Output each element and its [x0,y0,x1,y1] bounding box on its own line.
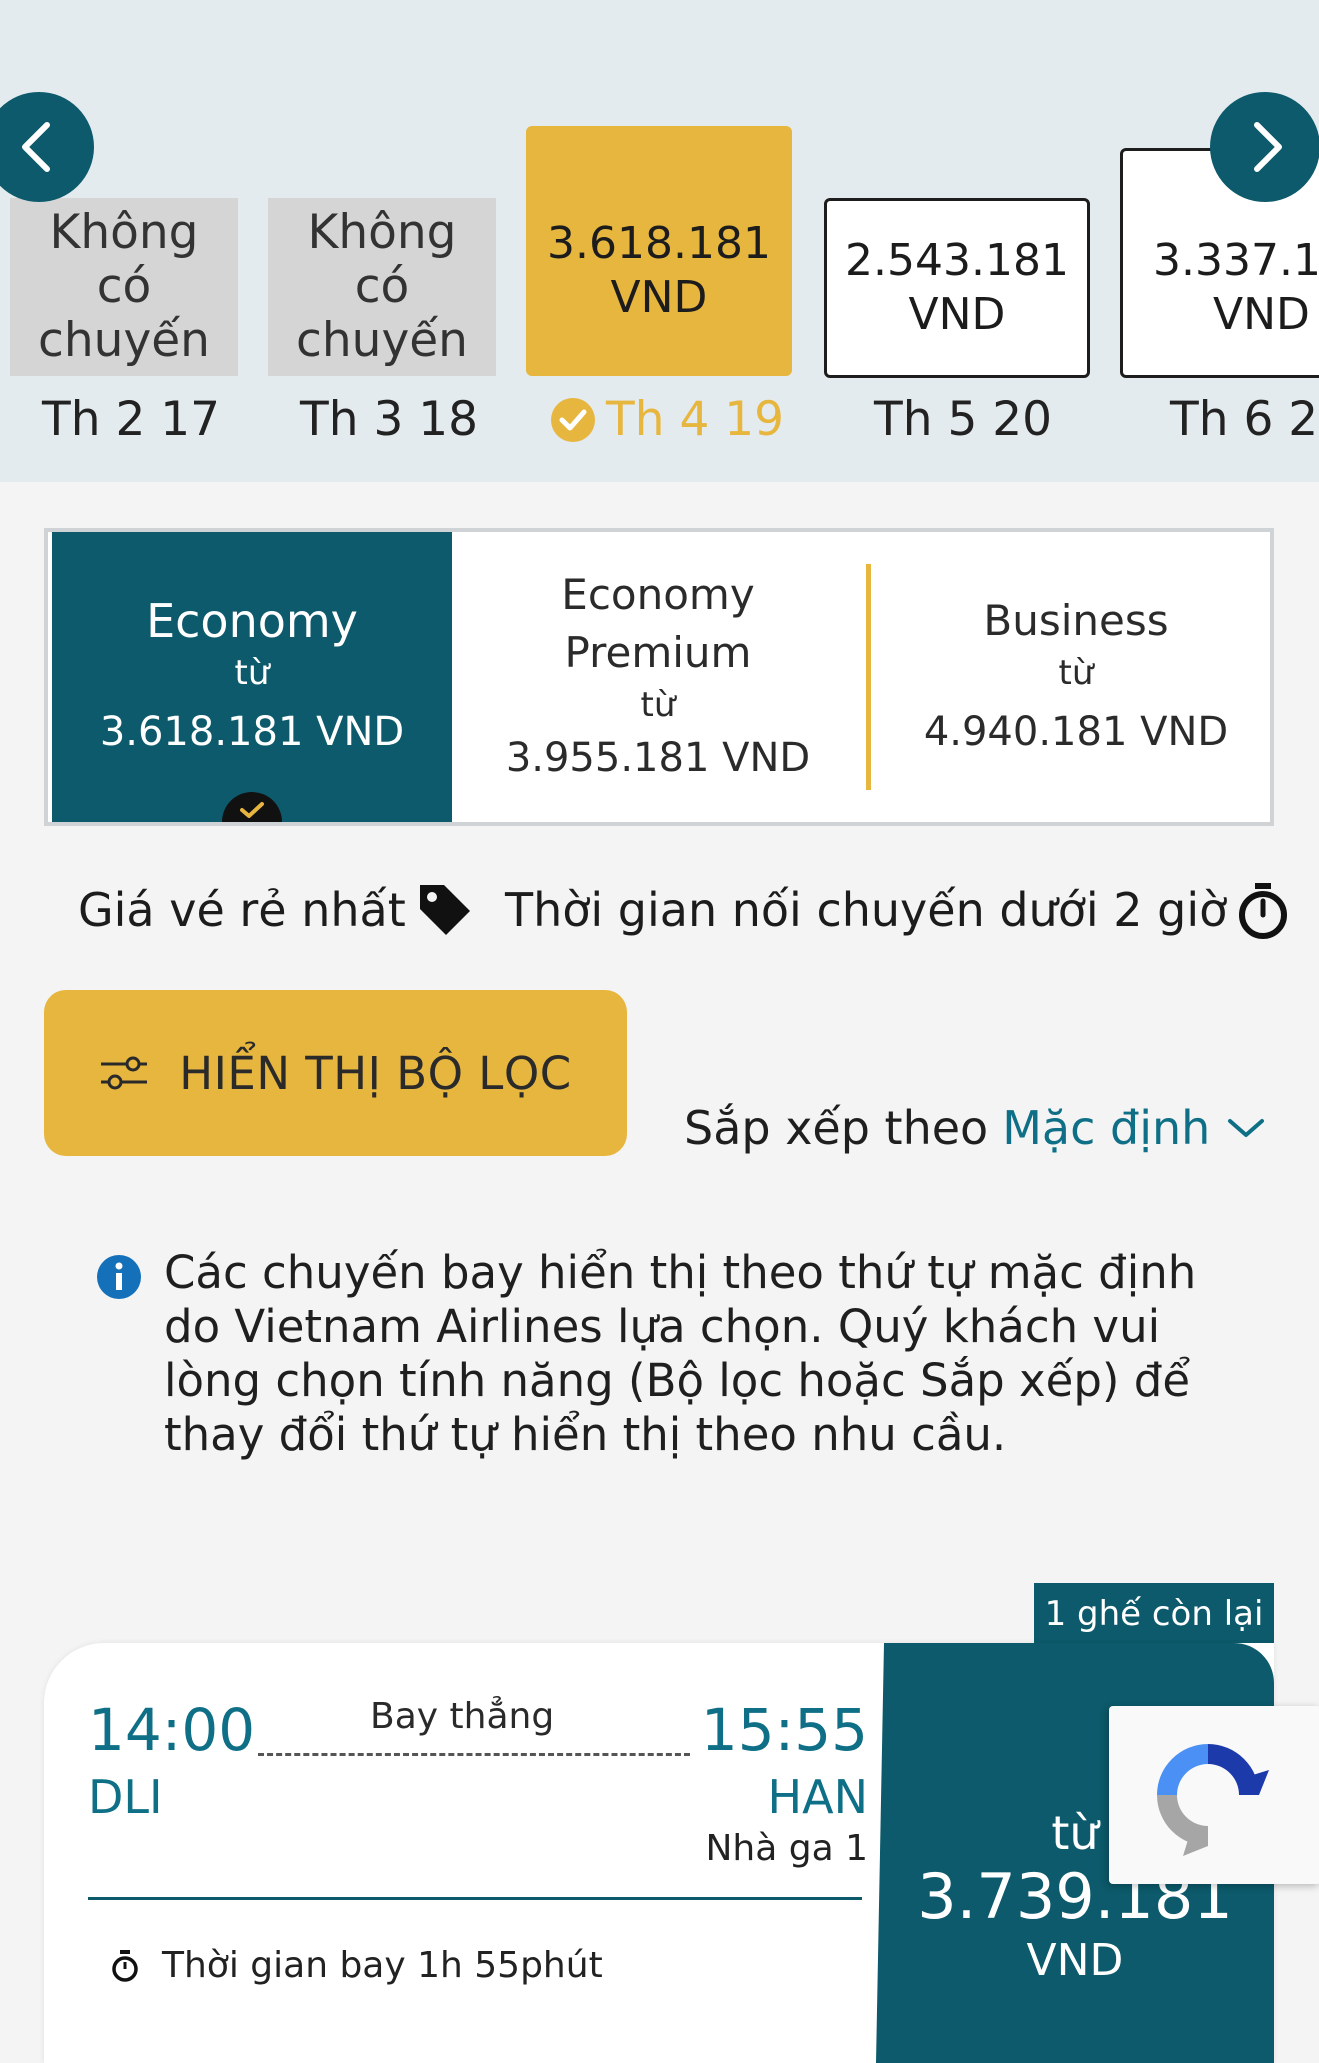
depart-time: 14:00 [88,1696,256,1764]
show-filter-button[interactable]: HIỂN THỊ BỘ LỌC [44,990,627,1156]
short-connection-label: Thời gian nối chuyến dưới 2 giờ [505,883,1228,937]
arrive-airport-code: HAN [767,1770,868,1824]
cabin-title: Business [983,596,1169,645]
date-card-line: chuyến [38,313,210,368]
info-icon [97,1255,141,1299]
cabin-price: 3.618.181 VND [99,709,405,755]
prev-date-button[interactable] [0,92,94,202]
cabin-from: từ [640,685,676,725]
recaptcha-icon [1157,1744,1269,1856]
sort-label: Sắp xếp theo [684,1101,989,1155]
stopwatch-icon [112,1950,138,1982]
cabin-class-selector: Economy từ 3.618.181 VND Economy Premium… [44,528,1274,826]
cheapest-fare-filter[interactable]: Giá vé rẻ nhất [78,880,474,940]
route-line [258,1753,690,1756]
date-card-line: có [354,259,410,314]
cabin-from: từ [1058,653,1094,693]
date-label-text: Th 4 19 [606,392,785,447]
show-filter-label: HIỂN THỊ BỘ LỌC [179,1046,572,1100]
cabin-title: Economy [146,594,358,648]
date-label: Th 6 21 [1170,392,1319,447]
price-tag-icon [419,885,470,935]
cabin-title: Economy [561,570,755,619]
date-label-selected: Th 4 19 [550,392,784,448]
date-card-currency: VND [908,289,1006,340]
date-card-price: 3.618.181 [547,218,771,269]
date-card-price: 3.337.18 [1153,235,1319,286]
depart-airport-code: DLI [88,1770,163,1824]
cabin-tab-economy-premium[interactable]: Economy Premium từ 3.955.181 VND [458,532,858,822]
stopwatch-icon [1239,883,1288,939]
date-card-currency: VND [610,272,708,323]
chevron-left-icon [22,122,50,172]
cabin-divider [866,564,871,790]
date-card-line: chuyến [296,313,468,368]
sort-value: Mặc định [1002,1101,1211,1155]
chevron-right-icon [1254,122,1282,172]
date-card-price: 2.543.181 [845,235,1069,286]
next-date-button[interactable] [1210,92,1319,202]
chevron-down-icon [1228,1119,1265,1137]
info-text: Các chuyến bay hiển thị theo thứ tự mặc … [164,1246,1197,1461]
recaptcha-badge[interactable] [1109,1706,1319,1884]
cabin-from: từ [234,653,270,693]
cabin-tab-economy[interactable]: Economy từ 3.618.181 VND [52,532,452,822]
date-card-currency: VND [1213,289,1310,340]
cabin-price: 3.955.181 VND [505,735,811,781]
date-label: Th 5 20 [874,392,1053,447]
cabin-tab-business[interactable]: Business từ 4.940.181 VND [878,532,1274,822]
date-card-disabled: Không có chuyến [268,198,496,376]
date-card-line: Không [49,205,199,260]
date-label: Th 3 18 [300,392,479,447]
date-label: Th 2 17 [42,392,221,447]
cabin-price: 4.940.181 VND [923,709,1229,755]
date-card-selected[interactable]: 3.618.181 VND [526,126,792,376]
short-connection-filter[interactable]: Thời gian nối chuyến dưới 2 giờ [505,880,1289,940]
arrive-time: 15:55 [700,1696,868,1764]
flight-duration: Thời gian bay 1h 55phút [162,1945,603,1986]
card-divider [88,1897,862,1900]
cabin-title: Premium [564,628,752,677]
flight-type-label: Bay thẳng [370,1696,555,1737]
filter-sliders-icon [101,1056,148,1090]
date-card-disabled: Không có chuyến [10,198,238,376]
selected-check-icon [222,792,282,822]
check-circle-icon [551,398,595,442]
fare-currency: VND [1026,1935,1124,1986]
arrive-terminal: Nhà ga 1 [705,1828,868,1869]
date-card-line: có [96,259,152,314]
sort-dropdown[interactable]: Sắp xếp theo Mặc định [684,1098,1268,1158]
date-strip: Không có chuyến Th 2 17 Không có chuyến … [0,0,1319,482]
date-card[interactable]: 2.543.181 VND [824,198,1090,378]
cheapest-fare-label: Giá vé rẻ nhất [78,883,406,937]
date-card-line: Không [307,205,457,260]
seats-left-badge: 1 ghế còn lại [1034,1583,1274,1645]
